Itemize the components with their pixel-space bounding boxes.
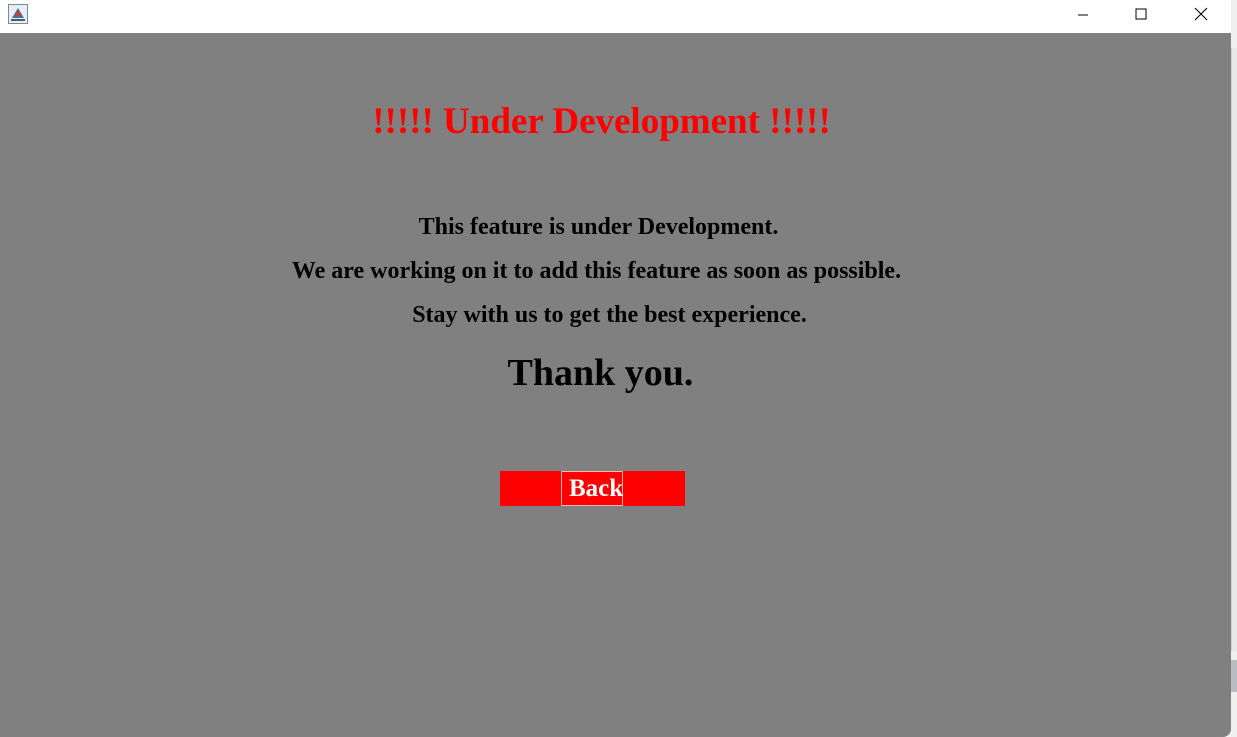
java-app-icon bbox=[8, 4, 28, 24]
close-button[interactable] bbox=[1172, 0, 1230, 28]
thank-you-text: Thank you. bbox=[507, 352, 694, 394]
close-icon bbox=[1194, 7, 1208, 21]
title-bar[interactable] bbox=[0, 0, 1231, 33]
message-line-1: This feature is under Development. bbox=[418, 214, 779, 240]
app-window: !!!!! Under Development !!!!! This featu… bbox=[0, 0, 1231, 737]
maximize-button[interactable] bbox=[1112, 0, 1170, 28]
background-panel-strip bbox=[1231, 660, 1237, 692]
minimize-icon bbox=[1078, 14, 1088, 16]
message-line-2: We are working on it to add this feature… bbox=[291, 258, 902, 284]
back-button-label: Back bbox=[569, 475, 624, 502]
background-panel bbox=[1231, 48, 1237, 651]
message-line-3: Stay with us to get the best experience. bbox=[412, 302, 807, 328]
background-window-edge bbox=[1231, 0, 1237, 737]
back-button[interactable]: Back bbox=[500, 471, 685, 506]
maximize-icon bbox=[1135, 8, 1147, 20]
minimize-button[interactable] bbox=[1054, 0, 1112, 28]
page-title: !!!!! Under Development !!!!! bbox=[372, 101, 831, 142]
